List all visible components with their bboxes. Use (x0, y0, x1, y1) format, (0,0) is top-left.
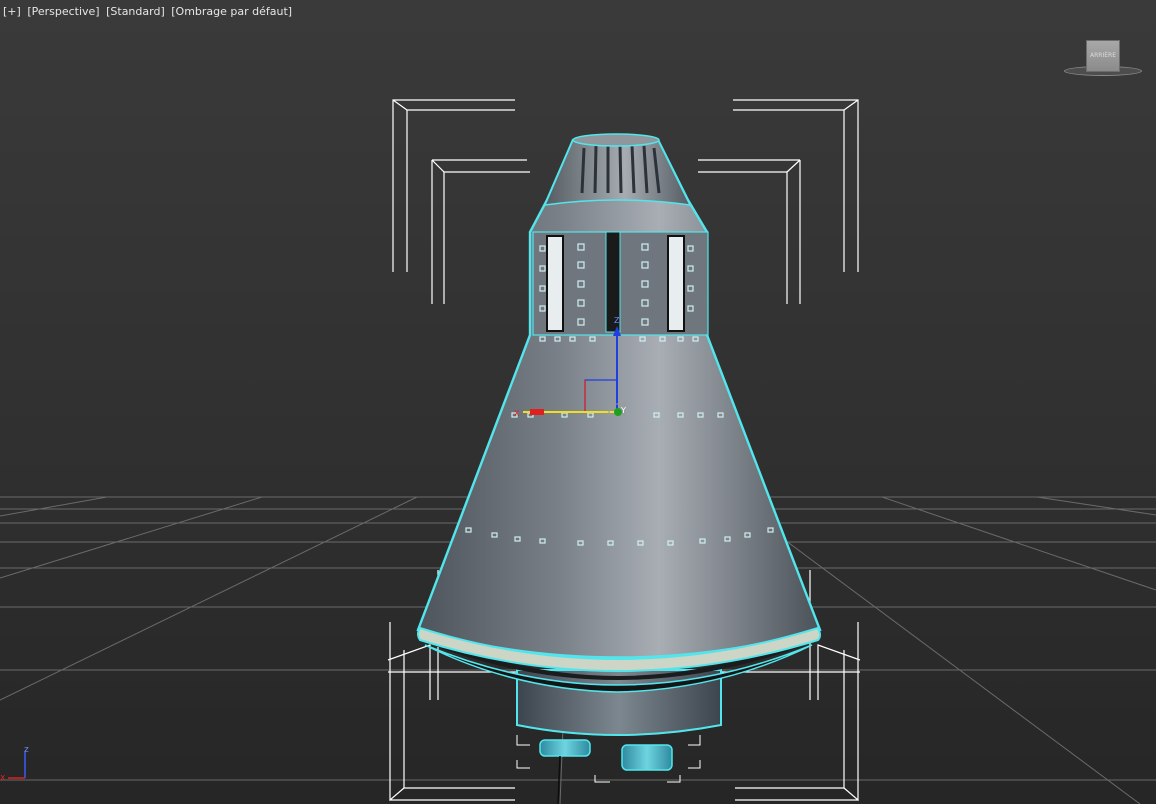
viewport-plus-menu[interactable]: [+] (3, 5, 21, 18)
gizmo-y-label: Y (620, 406, 626, 415)
viewcube[interactable]: ARRIÈRE (1062, 36, 1142, 78)
viewcube-face[interactable]: ARRIÈRE (1086, 40, 1120, 72)
scene-canvas[interactable]: X Y Z z x (0, 0, 1156, 804)
window-left (546, 235, 564, 332)
window-right (667, 235, 685, 332)
axis-tripod-icon: z x (0, 745, 29, 783)
viewport-label-menu: [+] [Perspective] [Standard] [Ombrage pa… (3, 5, 295, 18)
gizmo-x-label: X (514, 409, 520, 418)
thruster-nozzle-left (539, 739, 591, 757)
perspective-viewport[interactable]: X Y Z z x [+] [Perspective] [Standard] [… (0, 0, 1156, 804)
tripod-z-label: z (24, 745, 29, 755)
capsule-hull (416, 135, 822, 659)
viewport-shading-menu[interactable]: [Ombrage par défaut] (171, 5, 292, 18)
capsule-model (416, 133, 822, 804)
gizmo-z-label: Z (614, 316, 620, 325)
viewport-standard-menu[interactable]: [Standard] (106, 5, 165, 18)
tripod-x-label: x (0, 773, 6, 783)
viewport-point-of-view-menu[interactable]: [Perspective] (27, 5, 99, 18)
thruster-nozzle-right (621, 744, 673, 771)
